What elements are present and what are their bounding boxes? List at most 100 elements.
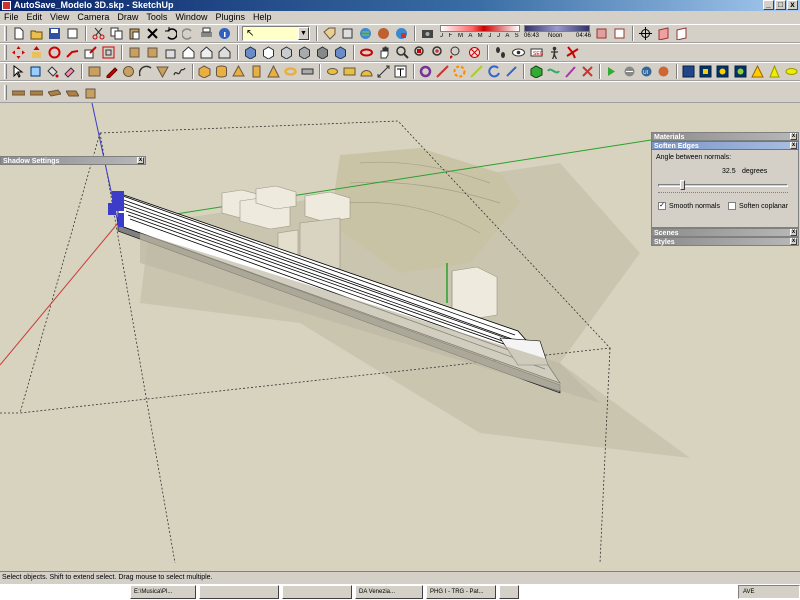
walk-tool-button[interactable] — [492, 44, 509, 61]
close-icon[interactable]: x — [790, 133, 797, 140]
section-button[interactable] — [339, 25, 356, 42]
close-icon[interactable]: x — [790, 229, 797, 236]
plank-3-button[interactable] — [46, 84, 63, 101]
shadow-settings-button[interactable] — [611, 25, 628, 42]
display-mode-4-button[interactable] — [732, 63, 748, 80]
warehouse-button[interactable] — [162, 44, 179, 61]
zoom-extents-button[interactable] — [430, 44, 447, 61]
angle-slider-track[interactable] — [658, 184, 788, 187]
look-around-button[interactable] — [510, 44, 527, 61]
paste-button[interactable] — [126, 25, 143, 42]
close-icon[interactable]: x — [790, 238, 797, 245]
share-component-button[interactable] — [393, 25, 410, 42]
circle-button[interactable] — [120, 63, 136, 80]
get-models-button[interactable] — [357, 25, 374, 42]
orbit-button[interactable] — [358, 44, 375, 61]
time-slider[interactable] — [524, 25, 590, 32]
make-component-button[interactable] — [64, 25, 81, 42]
cut-button[interactable] — [90, 25, 107, 42]
house-front-button[interactable] — [198, 44, 215, 61]
taskbar-item-2[interactable] — [199, 585, 279, 599]
print-button[interactable] — [198, 25, 215, 42]
protractor-button[interactable] — [358, 63, 374, 80]
house-button[interactable] — [180, 44, 197, 61]
cylinder-button[interactable] — [214, 63, 230, 80]
follow-path-button[interactable] — [435, 63, 451, 80]
soften-edges-title[interactable]: Soften Edges x — [651, 141, 799, 150]
taskbar-item-venezia[interactable]: DA Venezia... — [355, 585, 423, 599]
camera-iso-button[interactable] — [419, 25, 436, 42]
taskbar-item-phg[interactable]: PHG I - TRG - Pat... — [426, 585, 496, 599]
follow-me-button[interactable] — [64, 44, 81, 61]
copy-button[interactable] — [108, 25, 125, 42]
menu-edit[interactable]: Edit — [27, 11, 43, 24]
view-top-button[interactable] — [260, 44, 277, 61]
menu-draw[interactable]: Draw — [117, 11, 138, 24]
rotate-component-button[interactable] — [418, 63, 434, 80]
menu-plugins[interactable]: Plugins — [215, 11, 245, 24]
save-button[interactable] — [46, 25, 63, 42]
stamp-button[interactable] — [562, 63, 578, 80]
erase-button[interactable] — [144, 25, 161, 42]
display-section-button[interactable] — [673, 25, 690, 42]
smoove-button[interactable] — [545, 63, 561, 80]
zoom-window-button[interactable] — [412, 44, 429, 61]
pyramid-button[interactable] — [265, 63, 281, 80]
tape-measure-button[interactable] — [341, 63, 357, 80]
date-slider[interactable] — [440, 25, 520, 32]
materials-title[interactable]: Materials x — [651, 132, 799, 141]
make-component-tool-button[interactable] — [27, 63, 43, 80]
taskbar-item-3[interactable] — [282, 585, 352, 599]
share-model-button[interactable] — [375, 25, 392, 42]
plank-1-button[interactable] — [10, 84, 27, 101]
redo-button[interactable] — [180, 25, 197, 42]
model-info-button[interactable] — [216, 25, 233, 42]
group-button[interactable] — [144, 44, 161, 61]
offset-button[interactable] — [100, 44, 117, 61]
maximize-button[interactable]: □ — [775, 0, 786, 10]
line-button[interactable] — [103, 63, 119, 80]
select-tool-button[interactable] — [10, 63, 26, 80]
toolbar-grip[interactable] — [4, 64, 7, 79]
rotate-button[interactable] — [46, 44, 63, 61]
menu-help[interactable]: Help — [253, 11, 272, 24]
toolbar-grip[interactable] — [4, 26, 7, 41]
menu-file[interactable]: File — [4, 11, 19, 24]
smooth-normals-checkbox[interactable]: ✓ Smooth normals — [658, 202, 720, 210]
hidden-line-button[interactable]: UI — [639, 63, 655, 80]
eraser-button[interactable] — [61, 63, 77, 80]
open-file-button[interactable] — [28, 25, 45, 42]
new-file-button[interactable] — [10, 25, 27, 42]
position-camera-button[interactable] — [637, 25, 654, 42]
toolbar-grip[interactable] — [4, 45, 7, 60]
warning-button[interactable] — [749, 63, 765, 80]
view-right-button[interactable] — [296, 44, 313, 61]
undo-button[interactable] — [162, 25, 179, 42]
layer-select[interactable]: ↖ ▼ — [242, 26, 310, 41]
section-plane-button[interactable] — [655, 25, 672, 42]
next-view-button[interactable] — [466, 44, 483, 61]
house-side-button[interactable] — [216, 44, 233, 61]
tube-button[interactable] — [248, 63, 264, 80]
taskbar-item-6[interactable] — [499, 585, 519, 599]
plank-4-button[interactable] — [64, 84, 81, 101]
zoom-button[interactable] — [394, 44, 411, 61]
box-button[interactable] — [197, 63, 213, 80]
toolbar-grip[interactable] — [4, 84, 7, 100]
toggle-shadows-button[interactable] — [593, 25, 610, 42]
menu-window[interactable]: Window — [175, 11, 207, 24]
minimize-button[interactable]: _ — [763, 0, 774, 10]
polygon-button[interactable] — [155, 63, 171, 80]
walk-button[interactable] — [321, 25, 338, 42]
close-icon[interactable]: x — [790, 142, 797, 149]
rectangle-button[interactable] — [86, 63, 102, 80]
display-mode-1-button[interactable] — [681, 63, 697, 80]
push-pull-button[interactable] — [28, 44, 45, 61]
walker-button[interactable] — [546, 44, 563, 61]
view-iso-button[interactable] — [242, 44, 259, 61]
cone-yellow-button[interactable] — [766, 63, 782, 80]
close-icon[interactable]: x — [137, 157, 144, 164]
menu-view[interactable]: View — [50, 11, 69, 24]
view-front-button[interactable] — [278, 44, 295, 61]
extra-mode-button[interactable] — [783, 63, 799, 80]
